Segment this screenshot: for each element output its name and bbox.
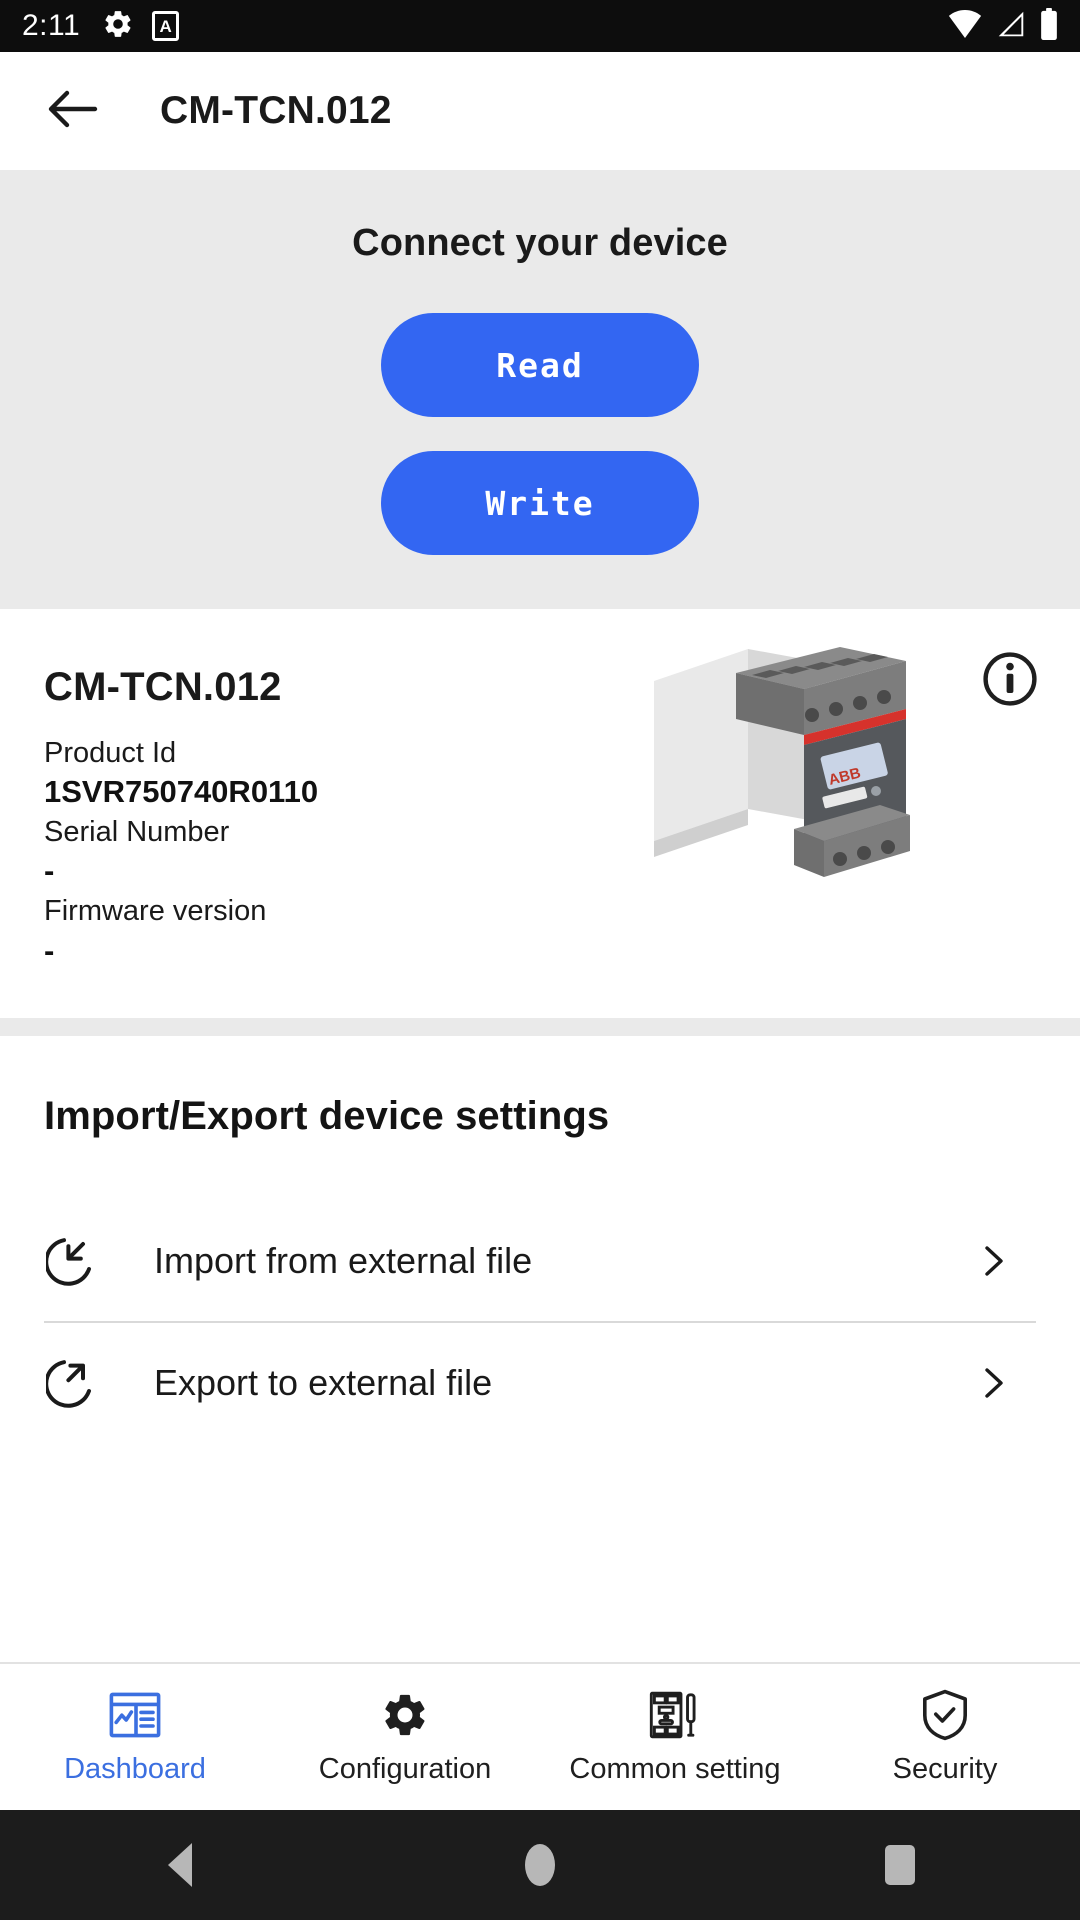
phone-screen: 2:11 A CM-TCN.012 Connect your device Re…: [0, 0, 1080, 1920]
page-title: CM-TCN.012: [160, 89, 392, 132]
nav-label-common-setting: Common setting: [569, 1752, 781, 1785]
import-from-external-file-row[interactable]: Import from external file: [44, 1201, 1036, 1321]
android-recents-button[interactable]: [840, 1810, 960, 1920]
export-arrow-icon: [44, 1355, 100, 1411]
export-to-external-file-row[interactable]: Export to external file: [44, 1323, 1036, 1443]
nav-item-dashboard[interactable]: Dashboard: [0, 1664, 270, 1810]
a-badge-letter: A: [159, 16, 172, 36]
info-button[interactable]: [982, 651, 1038, 707]
gear-icon: [379, 1689, 431, 1741]
status-bar-right-icons: [948, 7, 1058, 45]
device-info-card: CM-TCN.012 Product Id 1SVR750740R0110 Se…: [0, 609, 1080, 1018]
device-product-image: ABB: [644, 639, 912, 889]
device-tool-icon: [649, 1689, 701, 1741]
import-from-external-file-label: Import from external file: [154, 1239, 533, 1281]
status-bar-clock: 2:11: [22, 9, 81, 42]
read-button[interactable]: Read: [381, 313, 699, 417]
export-to-external-file-label: Export to external file: [154, 1361, 493, 1403]
connect-device-panel: Connect your device Read Write: [0, 170, 1080, 609]
spec-label-firmware-version: Firmware version: [44, 895, 267, 928]
nav-item-common-setting[interactable]: Common setting: [540, 1664, 810, 1810]
import-export-list: Import from external file Export to exte…: [44, 1201, 1036, 1443]
a-notification-icon: A: [152, 11, 180, 41]
chevron-right-icon: [976, 1244, 1010, 1278]
nav-item-configuration[interactable]: Configuration: [270, 1664, 540, 1810]
import-export-heading: Import/Export device settings: [44, 1093, 610, 1138]
dashboard-icon: [109, 1689, 161, 1741]
triangle-back-icon: [168, 1843, 192, 1887]
back-button[interactable]: [44, 82, 102, 140]
battery-icon: [1040, 7, 1058, 45]
connect-device-heading: Connect your device: [352, 222, 728, 264]
nav-label-configuration: Configuration: [318, 1752, 492, 1785]
spec-value-firmware-version: -: [44, 932, 55, 968]
wifi-icon: [948, 9, 982, 43]
shield-check-icon: [919, 1689, 971, 1741]
nav-label-dashboard: Dashboard: [64, 1752, 206, 1785]
android-back-button[interactable]: [120, 1810, 240, 1920]
nav-label-security: Security: [892, 1752, 998, 1785]
cellular-signal-icon: [996, 10, 1026, 43]
info-circle-icon: [982, 652, 1038, 711]
section-divider-band: [0, 1017, 1080, 1036]
import-arrow-icon: [44, 1233, 100, 1289]
android-navigation-bar: [0, 1810, 1080, 1920]
android-home-button[interactable]: [480, 1810, 600, 1920]
chevron-right-icon: [976, 1366, 1010, 1400]
back-arrow-icon: [47, 87, 99, 136]
bottom-navigation-bar: Dashboard Configuration Common setting S…: [0, 1662, 1080, 1810]
gear-icon: [102, 8, 134, 45]
status-bar: 2:11 A: [0, 0, 1080, 52]
app-bar: CM-TCN.012: [0, 52, 1080, 170]
nav-item-security[interactable]: Security: [810, 1664, 1080, 1810]
write-button[interactable]: Write: [381, 451, 699, 555]
square-recents-icon: [885, 1845, 915, 1885]
status-bar-left-icons: A: [102, 8, 180, 45]
circle-home-icon: [525, 1844, 555, 1886]
